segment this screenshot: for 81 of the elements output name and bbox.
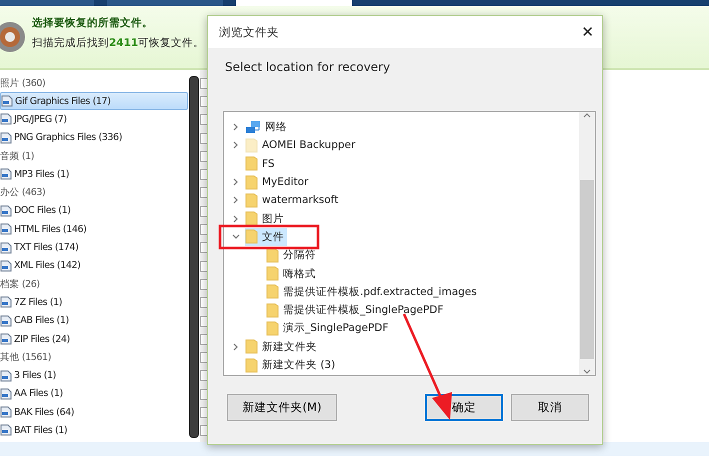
folder-icon <box>245 211 258 226</box>
folder-item[interactable]: AOMEI Backupper <box>245 136 358 154</box>
scan-summary: 扫描完成后找到2411可恢复文件。 <box>32 36 204 50</box>
chevron-down-icon[interactable] <box>232 232 240 241</box>
file-icon <box>0 223 12 236</box>
category-item[interactable]: 档案 (26) <box>0 274 188 294</box>
folder-icon <box>245 174 258 190</box>
file-type-item[interactable]: BAK Files (64) <box>0 403 188 422</box>
close-icon[interactable]: ✕ <box>581 23 594 41</box>
folder-item[interactable]: FS <box>245 154 278 173</box>
file-icon <box>0 333 12 345</box>
file-icon <box>1 95 13 108</box>
folder-icon <box>266 320 279 336</box>
network-icon <box>245 120 261 134</box>
category-item[interactable]: 其他 (1561) <box>0 348 188 366</box>
file-icon <box>0 132 12 144</box>
file-type-item[interactable]: AA Files (1) <box>0 384 188 404</box>
dialog-prompt: Select location for recovery <box>225 60 392 74</box>
folder-item[interactable]: 嗨格式 <box>266 264 319 283</box>
scrollbar[interactable] <box>579 112 595 375</box>
file-type-item[interactable]: ZIP Files (24) <box>0 330 188 348</box>
folder-item[interactable]: 文件 <box>245 228 287 246</box>
file-type-item[interactable]: 7Z Files (1) <box>0 293 188 312</box>
folder-icon <box>245 229 258 244</box>
folder-item[interactable]: 需提供证件模板_SinglePagePDF <box>266 301 446 320</box>
file-icon <box>0 388 12 400</box>
file-type-item[interactable]: CAB Files (1) <box>0 312 188 330</box>
folder-item[interactable]: watermarksoft <box>245 191 342 210</box>
folder-item[interactable]: 需提供证件模板.pdf.extracted_images <box>266 282 480 301</box>
file-icon <box>0 242 12 254</box>
file-type-item[interactable]: HTML Files (146) <box>0 220 188 238</box>
folder-icon <box>266 266 279 282</box>
file-icon <box>0 260 12 272</box>
chevron-right-icon[interactable] <box>232 178 240 186</box>
dialog-button[interactable]: 取消 <box>511 394 589 421</box>
file-type-item[interactable]: MP3 Files (1) <box>0 165 188 184</box>
file-icon <box>0 113 12 126</box>
file-type-item[interactable]: BAT Files (1) <box>0 421 188 440</box>
file-type-item[interactable]: JPG/JPEG (7) <box>0 110 188 129</box>
file-icon <box>0 204 12 217</box>
file-icon <box>0 314 12 327</box>
folder-icon <box>266 302 279 318</box>
chevron-right-icon[interactable] <box>232 342 240 351</box>
file-type-item[interactable]: DOC Files (1) <box>0 202 188 220</box>
folder-icon <box>245 192 258 208</box>
folder-item[interactable]: MyEditor <box>245 173 312 192</box>
chevron-right-icon[interactable] <box>232 214 240 223</box>
header-title: 选择要恢复的所需文件。 <box>32 16 154 30</box>
scroll-up-icon[interactable] <box>583 112 591 120</box>
file-type-item[interactable]: TXT Files (174) <box>0 238 188 257</box>
folder-icon <box>245 339 258 354</box>
file-type-item[interactable]: XML Files (142) <box>0 256 188 275</box>
file-type-item[interactable]: PNG Graphics Files (336) <box>0 128 188 147</box>
file-icon <box>0 168 12 180</box>
folder-icon <box>266 248 279 263</box>
folder-icon <box>245 358 258 372</box>
scrollbar[interactable] <box>189 76 199 438</box>
file-icon <box>0 296 12 308</box>
folder-icon <box>245 138 258 153</box>
scroll-down-icon[interactable] <box>583 367 591 375</box>
file-type-item[interactable]: Gif Graphics Files (17) <box>0 92 188 110</box>
folder-item[interactable]: 图片 <box>245 210 287 228</box>
chevron-right-icon[interactable] <box>232 141 240 150</box>
folder-icon <box>266 284 279 300</box>
folder-item[interactable]: 演示_SinglePagePDF <box>266 319 392 338</box>
category-item[interactable]: 音频 (1) <box>0 146 188 166</box>
dialog-title: 浏览文件夹 <box>219 24 279 40</box>
category-item[interactable]: 照片 (360) <box>0 74 188 92</box>
chevron-right-icon[interactable] <box>232 123 240 132</box>
file-icon <box>0 370 12 382</box>
folder-item[interactable]: 网络 <box>245 118 290 136</box>
folder-item[interactable]: 分隔符 <box>266 246 319 264</box>
file-type-item[interactable]: 3 Files (1) <box>0 366 188 385</box>
dialog-button[interactable]: 新建文件夹(M) <box>227 394 337 421</box>
category-item[interactable]: 办公 (463) <box>0 183 188 202</box>
chevron-right-icon[interactable] <box>232 196 240 204</box>
file-icon <box>0 424 12 436</box>
folder-item[interactable]: 新建文件夹 <box>245 338 320 356</box>
folder-item[interactable]: 新建文件夹 (3) <box>245 356 338 374</box>
file-icon <box>0 406 12 418</box>
folder-icon <box>245 156 258 172</box>
